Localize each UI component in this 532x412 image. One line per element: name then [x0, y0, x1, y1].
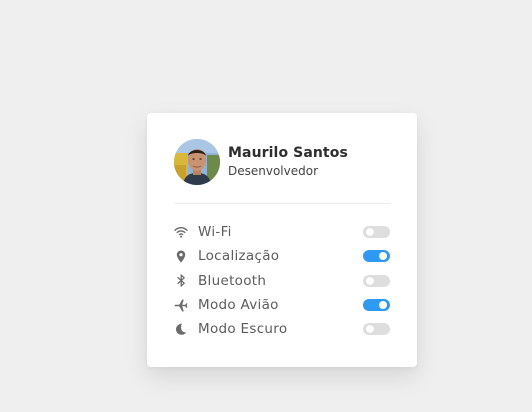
wifi-toggle[interactable]: [363, 226, 390, 239]
setting-label-bluetooth: Bluetooth: [198, 272, 267, 289]
user-profile: Maurilo Santos Desenvolvedor: [174, 113, 390, 203]
wifi-icon: [174, 225, 188, 239]
setting-item-airplane: Modo Avião: [174, 293, 390, 317]
setting-item-bluetooth: Bluetooth: [174, 269, 390, 293]
toggle-knob: [366, 325, 374, 334]
bluetooth-toggle[interactable]: [363, 274, 390, 287]
setting-item-wifi: Wi-Fi: [174, 220, 390, 244]
setting-item-location: Localização: [174, 244, 390, 268]
settings-card: Maurilo Santos Desenvolvedor Wi-Fi Local…: [147, 113, 417, 367]
settings-list: Wi-Fi Localização Bluetooth Modo Avião M…: [174, 204, 390, 341]
toggle-knob: [379, 301, 387, 310]
bluetooth-icon: [174, 274, 188, 288]
user-name: Maurilo Santos: [228, 145, 348, 161]
location-pin-icon: [174, 249, 188, 263]
setting-label-airplane: Modo Avião: [198, 297, 279, 314]
toggle-knob: [379, 252, 387, 261]
airplane-toggle[interactable]: [363, 299, 390, 312]
setting-label-location: Localização: [198, 248, 280, 265]
toggle-knob: [366, 228, 374, 237]
setting-item-dark-mode: Modo Escuro: [174, 317, 390, 341]
avatar[interactable]: [174, 139, 220, 185]
toggle-knob: [366, 276, 374, 285]
user-role: Desenvolvedor: [228, 164, 319, 178]
setting-label-dark-mode: Modo Escuro: [198, 321, 288, 338]
moon-icon: [174, 322, 188, 336]
setting-label-wifi: Wi-Fi: [198, 224, 232, 241]
dark-mode-toggle[interactable]: [363, 323, 390, 336]
location-toggle[interactable]: [363, 250, 390, 263]
airplane-icon: [174, 298, 188, 312]
